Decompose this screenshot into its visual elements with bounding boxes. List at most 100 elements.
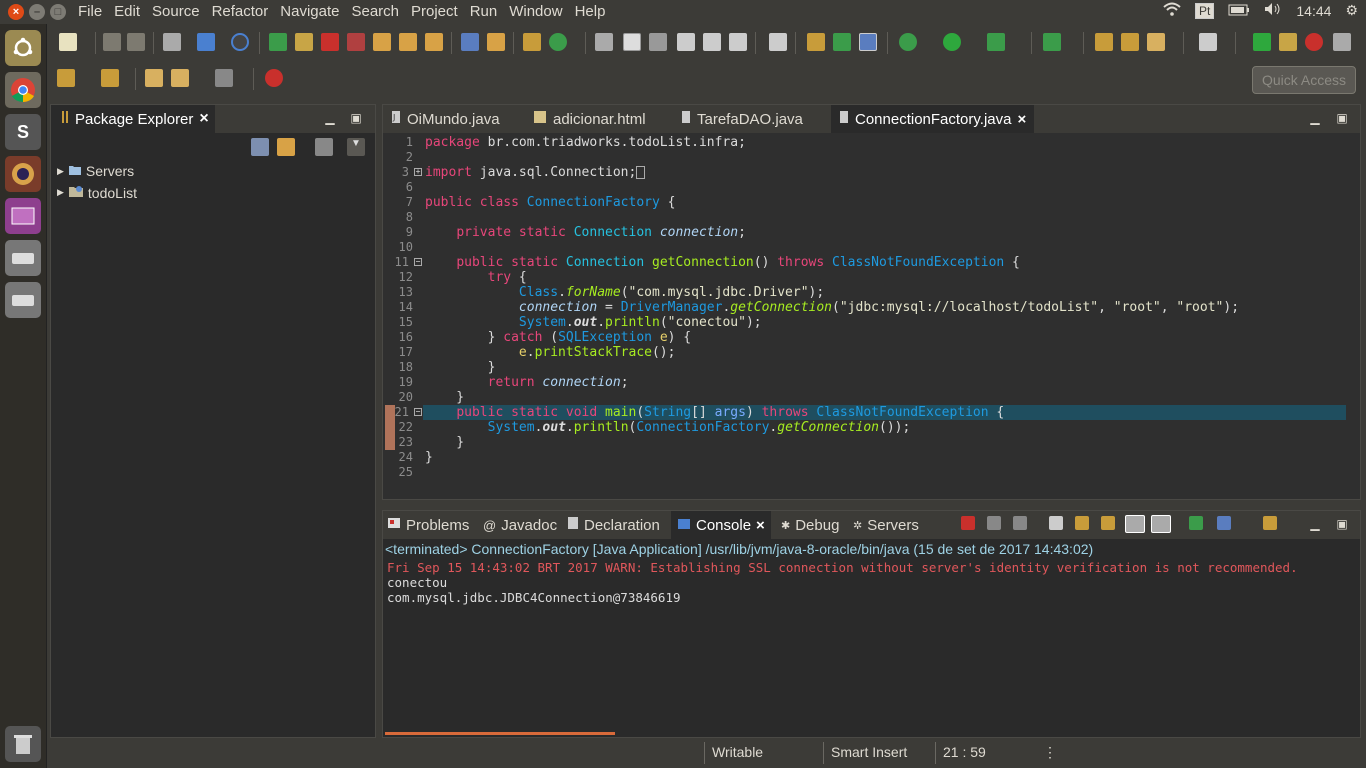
drop-to-frame-icon[interactable] [461, 33, 479, 51]
show-stderr-icon[interactable] [1151, 515, 1171, 533]
window-maximize-button[interactable]: □ [50, 4, 66, 20]
chrome-icon[interactable] [5, 72, 41, 108]
run-icon[interactable] [943, 33, 961, 51]
folded-block-indicator[interactable] [636, 166, 646, 179]
minimize-console-button[interactable]: ▁ [1308, 517, 1322, 531]
eclipse-icon[interactable] [5, 156, 41, 192]
collapse-fold-icon[interactable]: − [414, 258, 422, 266]
save-icon[interactable] [103, 33, 121, 51]
skip-breakpoints-icon[interactable] [231, 33, 249, 51]
menu-edit[interactable]: Edit [108, 3, 146, 20]
window-close-button[interactable]: × [8, 4, 24, 20]
trash-icon[interactable] [5, 726, 41, 762]
open-console-icon[interactable] [1263, 516, 1277, 530]
back-icon[interactable] [171, 69, 189, 87]
terminal-icon[interactable] [197, 33, 215, 51]
status-menu-icon[interactable]: ⋮ [1043, 744, 1057, 761]
collapse-fold-icon[interactable]: − [414, 408, 422, 416]
maximize-console-button[interactable]: ▣ [1335, 517, 1349, 531]
task-icon[interactable] [677, 33, 695, 51]
remove-all-icon[interactable] [1013, 516, 1027, 530]
quick-access-input[interactable]: Quick Access [1252, 66, 1356, 94]
display-console-icon[interactable] [1217, 516, 1231, 530]
expand-arrow-icon[interactable]: ▶ [57, 166, 64, 177]
maximize-editor-button[interactable]: ▣ [1335, 111, 1349, 125]
step-return-icon[interactable] [425, 33, 443, 51]
tab-javadoc[interactable]: @ Javadoc [483, 511, 557, 539]
coverage-icon[interactable] [859, 33, 877, 51]
terminate-icon[interactable] [321, 33, 339, 51]
pin-console-icon[interactable] [1189, 516, 1203, 530]
menu-project[interactable]: Project [405, 3, 464, 20]
maximize-panel-button[interactable]: ▣ [349, 111, 363, 125]
brush-icon[interactable] [1147, 33, 1165, 51]
menu-refactor[interactable]: Refactor [206, 3, 275, 20]
open-folder-icon[interactable] [1095, 33, 1113, 51]
code-editor[interactable]: 1 2 3 + 6 7 8 9 10 11 − 12 13 14 15 16 1… [383, 133, 1360, 499]
forward-icon[interactable] [215, 69, 233, 87]
last-edit-icon[interactable] [145, 69, 163, 87]
tab-oimundo-java[interactable]: J OiMundo.java [383, 105, 508, 133]
expand-arrow-icon[interactable]: ▶ [57, 187, 64, 198]
focus-icon[interactable] [315, 138, 333, 156]
minimize-panel-button[interactable]: ▁ [323, 111, 337, 125]
tab-declaration[interactable]: Declaration [567, 511, 660, 539]
view-menu-icon[interactable]: ▼ [347, 138, 365, 156]
new-file-icon[interactable] [59, 33, 77, 51]
search-icon[interactable] [807, 33, 825, 51]
tab-debug[interactable]: ✱ Debug [781, 511, 839, 539]
step-over-icon[interactable] [399, 33, 417, 51]
stop-server-icon[interactable] [1305, 33, 1323, 51]
suspend-icon[interactable] [295, 33, 313, 51]
volume-icon[interactable] [1264, 2, 1282, 19]
close-icon[interactable]: × [199, 110, 208, 128]
tab-package-explorer[interactable]: Package Explorer × [51, 105, 215, 133]
menu-run[interactable]: Run [464, 3, 504, 20]
show-whitespace-icon[interactable] [729, 33, 747, 51]
tree-item-todolist[interactable]: ▶ todoList [57, 184, 137, 201]
new-java-class-icon[interactable] [549, 33, 567, 51]
tab-tarefadao-java[interactable]: TarefaDAO.java [673, 105, 811, 133]
battery-icon[interactable] [1228, 3, 1250, 19]
keyboard-layout-indicator[interactable]: Pt [1195, 2, 1215, 19]
menu-search[interactable]: Search [345, 3, 405, 20]
gear-icon[interactable]: ⚙ [1345, 2, 1358, 19]
new-servlet-icon[interactable] [101, 69, 119, 87]
resume-icon[interactable] [269, 33, 287, 51]
sublime-text-icon[interactable]: S [5, 114, 41, 150]
tab-adicionar-html[interactable]: adicionar.html [525, 105, 654, 133]
show-stdout-icon[interactable] [1125, 515, 1145, 533]
redhat-icon[interactable] [265, 69, 283, 87]
save-all-icon[interactable] [127, 33, 145, 51]
debug-server-icon[interactable] [1279, 33, 1297, 51]
workspace-switcher-icon[interactable] [5, 198, 41, 234]
toggle-mark-icon[interactable] [649, 33, 667, 51]
drive-icon[interactable] [5, 282, 41, 318]
open-project-icon[interactable] [1121, 33, 1139, 51]
run-last-icon[interactable] [1043, 33, 1061, 51]
drive-icon[interactable] [5, 240, 41, 276]
open-type-icon[interactable] [595, 33, 613, 51]
scroll-lock-icon[interactable] [1075, 516, 1089, 530]
use-step-filters-icon[interactable] [487, 33, 505, 51]
collapse-all-icon[interactable] [251, 138, 269, 156]
tree-item-servers[interactable]: ▶ Servers [57, 163, 134, 179]
remove-launch-icon[interactable] [987, 516, 1001, 530]
expand-fold-icon[interactable]: + [414, 168, 422, 176]
close-icon[interactable]: × [756, 517, 765, 534]
step-into-icon[interactable] [373, 33, 391, 51]
new-java-package-icon[interactable] [523, 33, 541, 51]
disconnect-icon[interactable] [347, 33, 365, 51]
external-tools-icon[interactable] [987, 33, 1005, 51]
clock[interactable]: 14:44 [1296, 3, 1331, 19]
debug-run-icon[interactable] [899, 33, 917, 51]
debug-icon[interactable] [833, 33, 851, 51]
clear-console-icon[interactable] [1049, 516, 1063, 530]
menu-file[interactable]: File [72, 3, 108, 20]
open-perspective-icon[interactable] [769, 33, 787, 51]
menu-source[interactable]: Source [146, 3, 206, 20]
start-server-icon[interactable] [1253, 33, 1271, 51]
menu-navigate[interactable]: Navigate [274, 3, 345, 20]
list-icon[interactable] [703, 33, 721, 51]
window-minimize-button[interactable]: – [29, 4, 45, 20]
